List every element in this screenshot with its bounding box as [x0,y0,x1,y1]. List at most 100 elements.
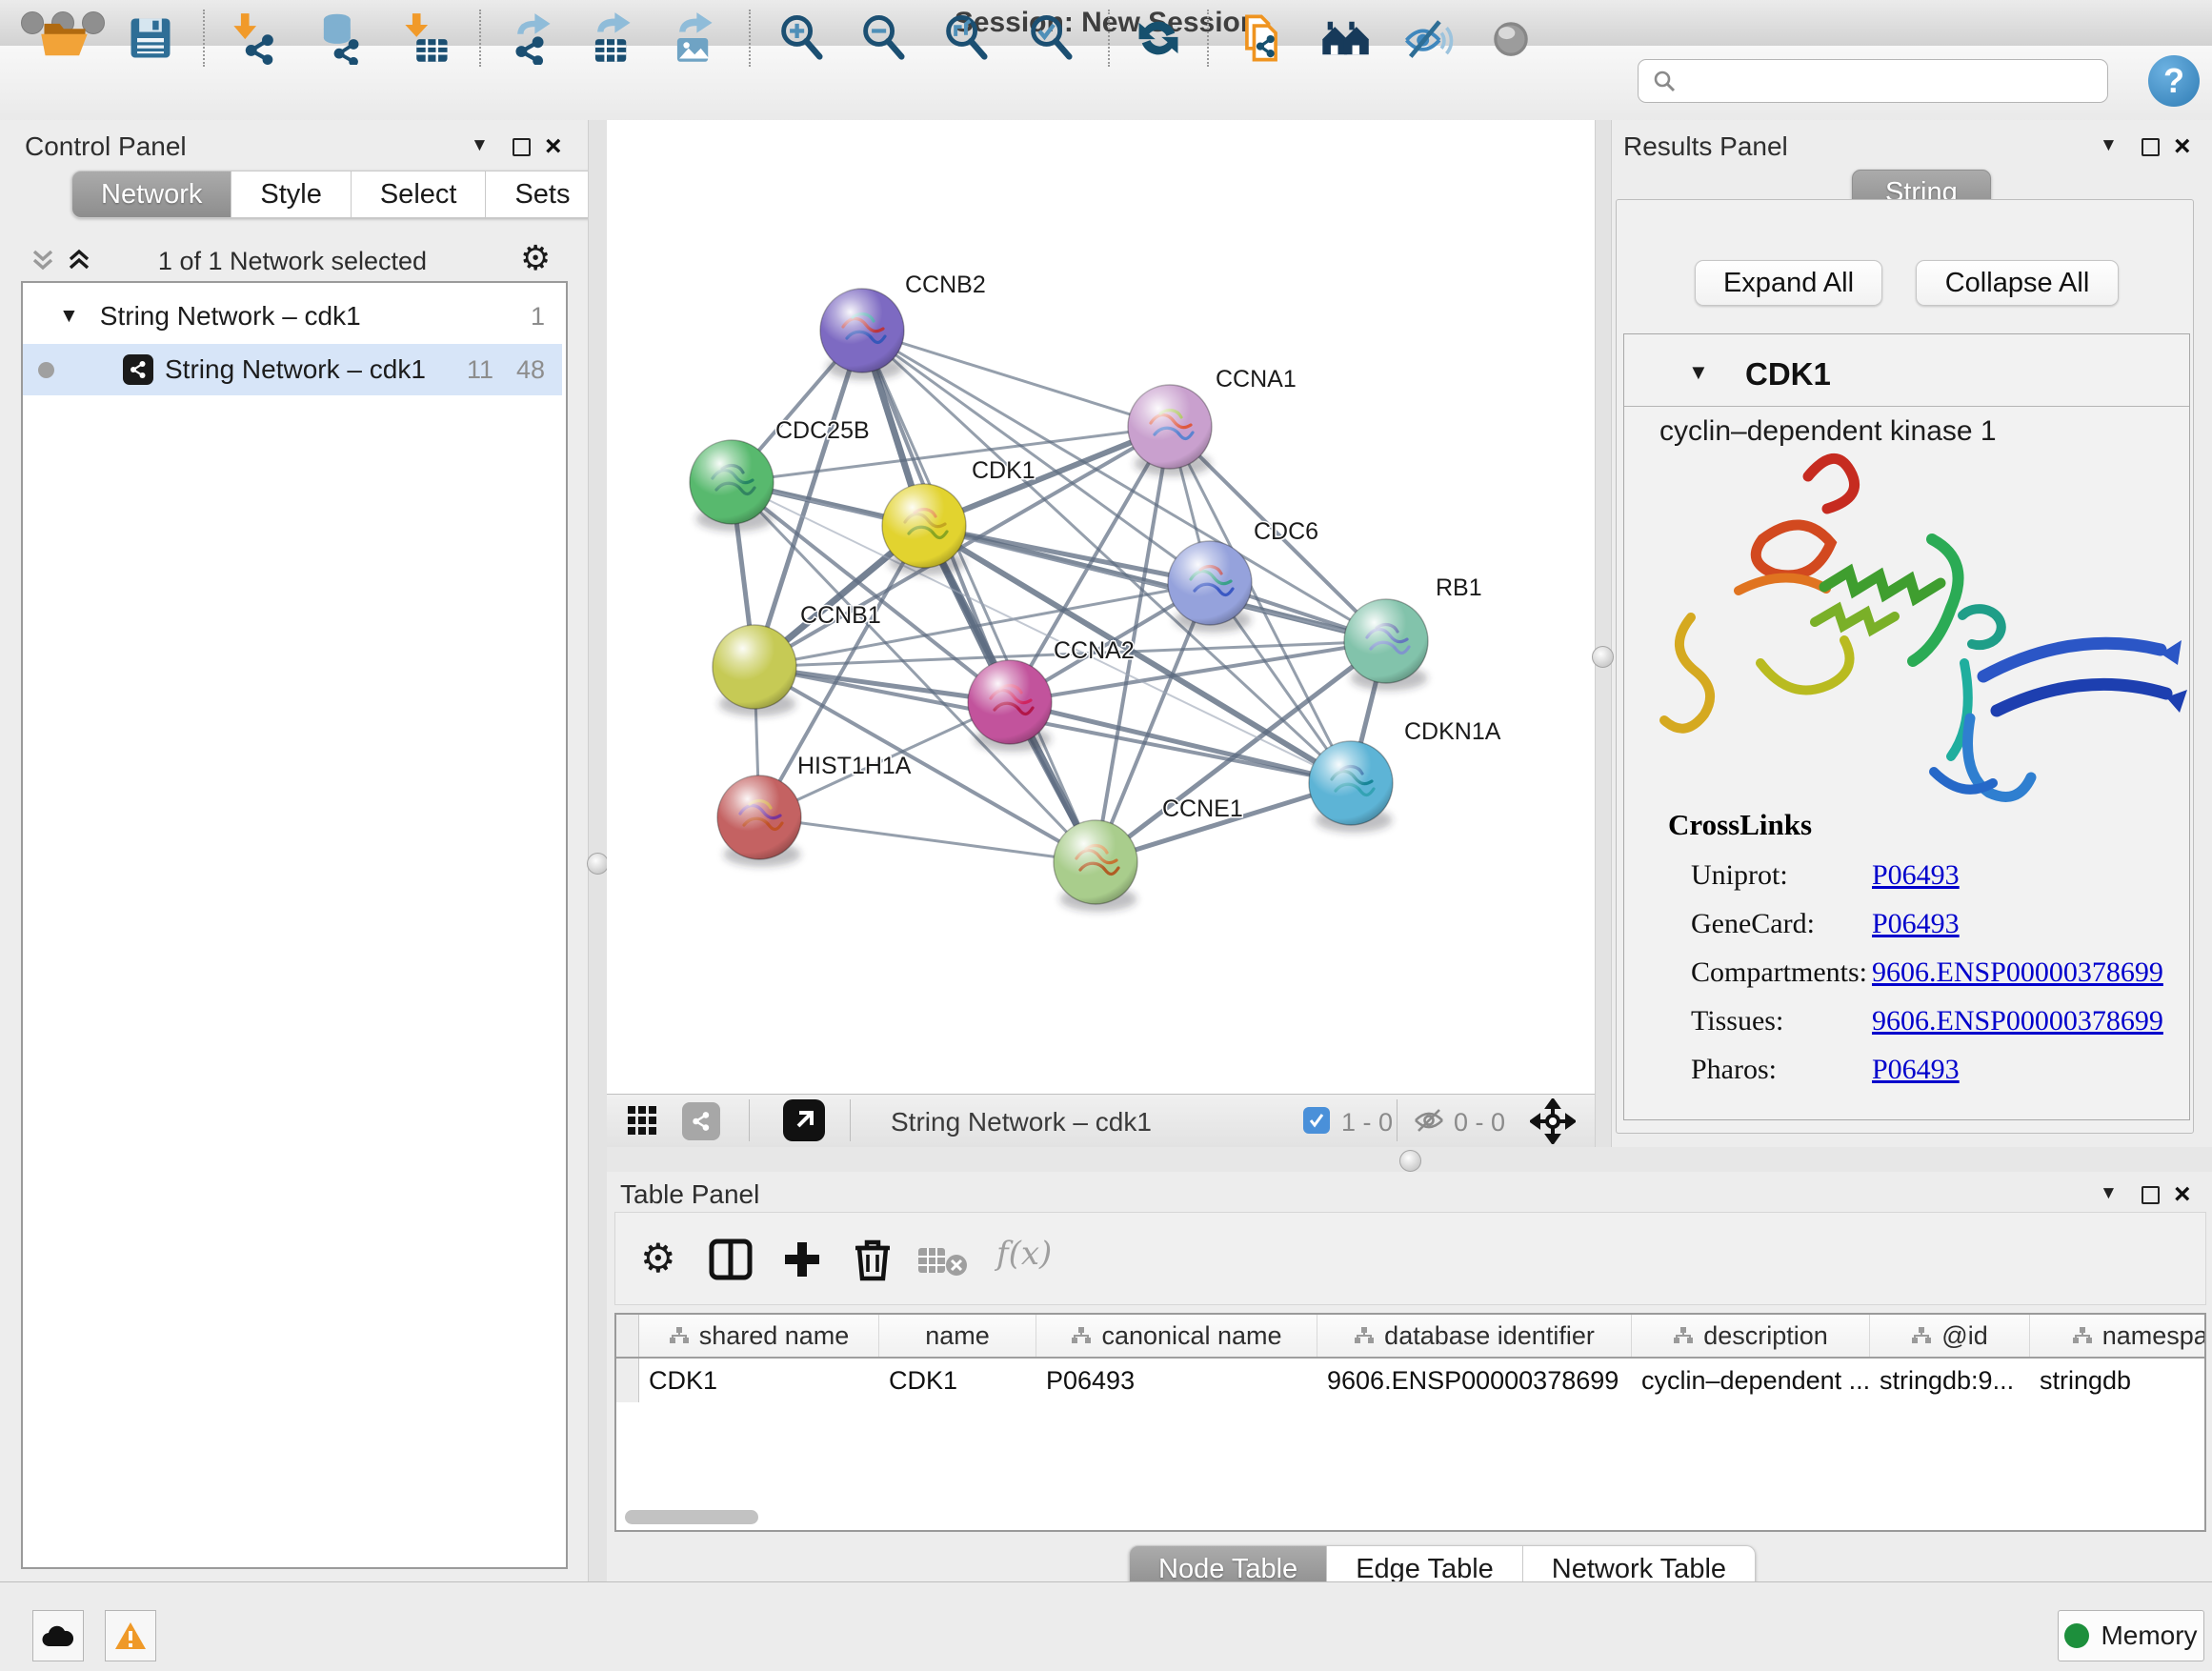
cell-canonical-name[interactable]: P06493 [1036,1359,1317,1402]
node-CDKN1A[interactable]: CDKN1A [1309,718,1501,833]
results-panel-maximize-icon[interactable] [2142,138,2160,156]
open-session-icon[interactable] [38,11,91,65]
edge-CCNB2-CCNE1[interactable] [862,331,1096,862]
control-panel-float-icon[interactable]: ▼ [471,135,489,156]
hidden-eye-icon[interactable] [1412,1105,1446,1140]
search-input[interactable] [1677,66,2081,97]
table-panel-float-icon[interactable]: ▼ [2100,1183,2118,1204]
results-panel-float-icon[interactable]: ▼ [2100,135,2118,156]
network-collection-row[interactable]: ▼ String Network – cdk1 1 [23,291,562,342]
cell-name[interactable]: CDK1 [879,1359,1036,1402]
tab-network[interactable]: Network [71,171,231,218]
column-header-name[interactable]: name [879,1315,1036,1357]
left-splitter-knob[interactable] [587,853,609,875]
column-header-database-identifier[interactable]: database identifier [1317,1315,1632,1357]
string-view-icon[interactable] [682,1102,720,1140]
column-header-canonical-name[interactable]: canonical name [1036,1315,1317,1357]
delete-column-icon[interactable] [852,1237,894,1287]
apply-function-icon[interactable]: f(x) [996,1235,1052,1273]
clone-network-icon[interactable] [1235,11,1288,65]
search-field[interactable] [1638,59,2108,103]
memory-button[interactable]: Memory [2058,1610,2204,1661]
node-RB1[interactable]: RB1 [1344,574,1482,691]
results-panel-close-icon[interactable]: × [2174,137,2191,155]
expand-all-button[interactable]: Expand All [1695,260,1882,306]
horizontal-splitter-knob[interactable] [1399,1150,1421,1172]
table-options-gear-icon[interactable]: ⚙ [640,1235,676,1281]
zoom-in-icon[interactable] [775,11,829,65]
grid-view-icon[interactable] [627,1105,657,1140]
string-protein-query-icon[interactable] [1318,11,1372,65]
tab-select[interactable]: Select [352,171,487,218]
node-CDC6[interactable]: CDC6 [1168,518,1318,633]
delete-table-icon[interactable] [916,1244,970,1283]
detach-view-icon[interactable] [783,1099,825,1141]
node-CCNB2[interactable]: CCNB2 [820,272,986,380]
import-network-database-icon[interactable] [312,11,366,65]
zoom-fit-icon[interactable] [940,11,994,65]
edge-CCNE1-HIST1H1A[interactable] [759,817,1096,862]
left-panel-splitter[interactable] [588,120,609,1581]
column-header-@id[interactable]: @id [1870,1315,2030,1357]
selected-checkbox-icon[interactable] [1303,1107,1330,1134]
crosslink-link[interactable]: P06493 [1872,859,1960,892]
node-table[interactable]: shared namenamecanonical namedatabase id… [614,1313,2206,1532]
refresh-view-icon[interactable] [1132,11,1185,65]
zoom-selected-icon[interactable] [1025,11,1078,65]
add-column-icon[interactable] [781,1238,823,1285]
zoom-out-icon[interactable] [857,11,911,65]
column-header-description[interactable]: description [1632,1315,1870,1357]
gene-entry-header[interactable] [1624,334,2189,407]
cell-shared-name[interactable]: CDK1 [639,1359,879,1402]
crosslink-link[interactable]: P06493 [1872,1054,1960,1086]
edge-CCNA2-CDKN1A[interactable] [1010,702,1351,783]
table-panel-maximize-icon[interactable] [2142,1186,2160,1204]
hide-enhanced-labels-icon[interactable] [1400,11,1454,65]
right-splitter-knob[interactable] [1592,646,1614,668]
show-columns-icon[interactable] [709,1238,753,1285]
table-header-row: shared namenamecanonical namedatabase id… [616,1315,2204,1359]
import-table-file-icon[interactable] [400,11,453,65]
cell-@id[interactable]: stringdb:9... [1870,1359,2030,1402]
network-row-selected[interactable]: String Network – cdk1 11 48 [23,344,562,395]
show-labels-icon[interactable] [1484,11,1538,65]
collapse-triangle-icon[interactable]: ▼ [59,305,79,328]
table-row[interactable]: CDK1CDK1P064939606.ENSP00000378699cyclin… [616,1359,2204,1402]
warning-status-button[interactable] [105,1610,156,1661]
cloud-status-button[interactable] [32,1610,84,1661]
edge-CCNB2-CCNA1[interactable] [862,331,1170,427]
import-network-file-icon[interactable] [229,11,282,65]
edge-CCNB1-CCNA1[interactable] [754,427,1170,667]
table-horizontal-scrollbar[interactable] [625,1510,758,1524]
node-CCNE1[interactable]: CCNE1 [1054,795,1243,912]
tab-sets[interactable]: Sets [486,171,599,218]
crosslink-link[interactable]: P06493 [1872,908,1960,940]
node-CDC25B[interactable]: CDC25B [690,417,870,532]
export-network-icon[interactable] [503,11,556,65]
network-options-gear-icon[interactable]: ⚙ [520,238,551,278]
gene-collapse-triangle-icon[interactable]: ▼ [1688,360,1709,385]
tab-style[interactable]: Style [231,171,351,218]
right-panel-splitter[interactable] [1595,120,1612,1147]
export-image-icon[interactable] [665,11,718,65]
column-header-shared-name[interactable]: shared name [639,1315,879,1357]
crosslink-link[interactable]: 9606.ENSP00000378699 [1872,1005,2163,1037]
edge-CCNB2-RB1[interactable] [862,331,1386,641]
node-HIST1H1A[interactable]: HIST1H1A [717,753,912,867]
cell-database-identifier[interactable]: 9606.ENSP00000378699 [1317,1359,1632,1402]
birdseye-crosshair-icon[interactable] [1530,1098,1576,1149]
control-panel-maximize-icon[interactable] [513,138,531,156]
node-CCNA1[interactable]: CCNA1 [1128,366,1297,476]
column-header-namespace[interactable]: namespace [2030,1315,2206,1357]
network-canvas[interactable]: CCNB2CCNA1CDC25BCDK1CDC6RB1CCNB1CCNA2HIS… [607,120,1595,1094]
cell-description[interactable]: cyclin–dependent ... [1632,1359,1870,1402]
help-button[interactable]: ? [2148,55,2200,107]
save-session-icon[interactable] [124,11,177,65]
string-network-graph[interactable]: CCNB2CCNA1CDC25BCDK1CDC6RB1CCNB1CCNA2HIS… [607,120,1595,1094]
table-panel-close-icon[interactable]: × [2174,1185,2191,1203]
crosslink-link[interactable]: 9606.ENSP00000378699 [1872,956,2163,989]
control-panel-close-icon[interactable]: × [545,137,562,155]
collapse-all-button[interactable]: Collapse All [1916,260,2119,306]
cell-namespace[interactable]: stringdb [2030,1359,2206,1402]
export-table-icon[interactable] [583,11,636,65]
